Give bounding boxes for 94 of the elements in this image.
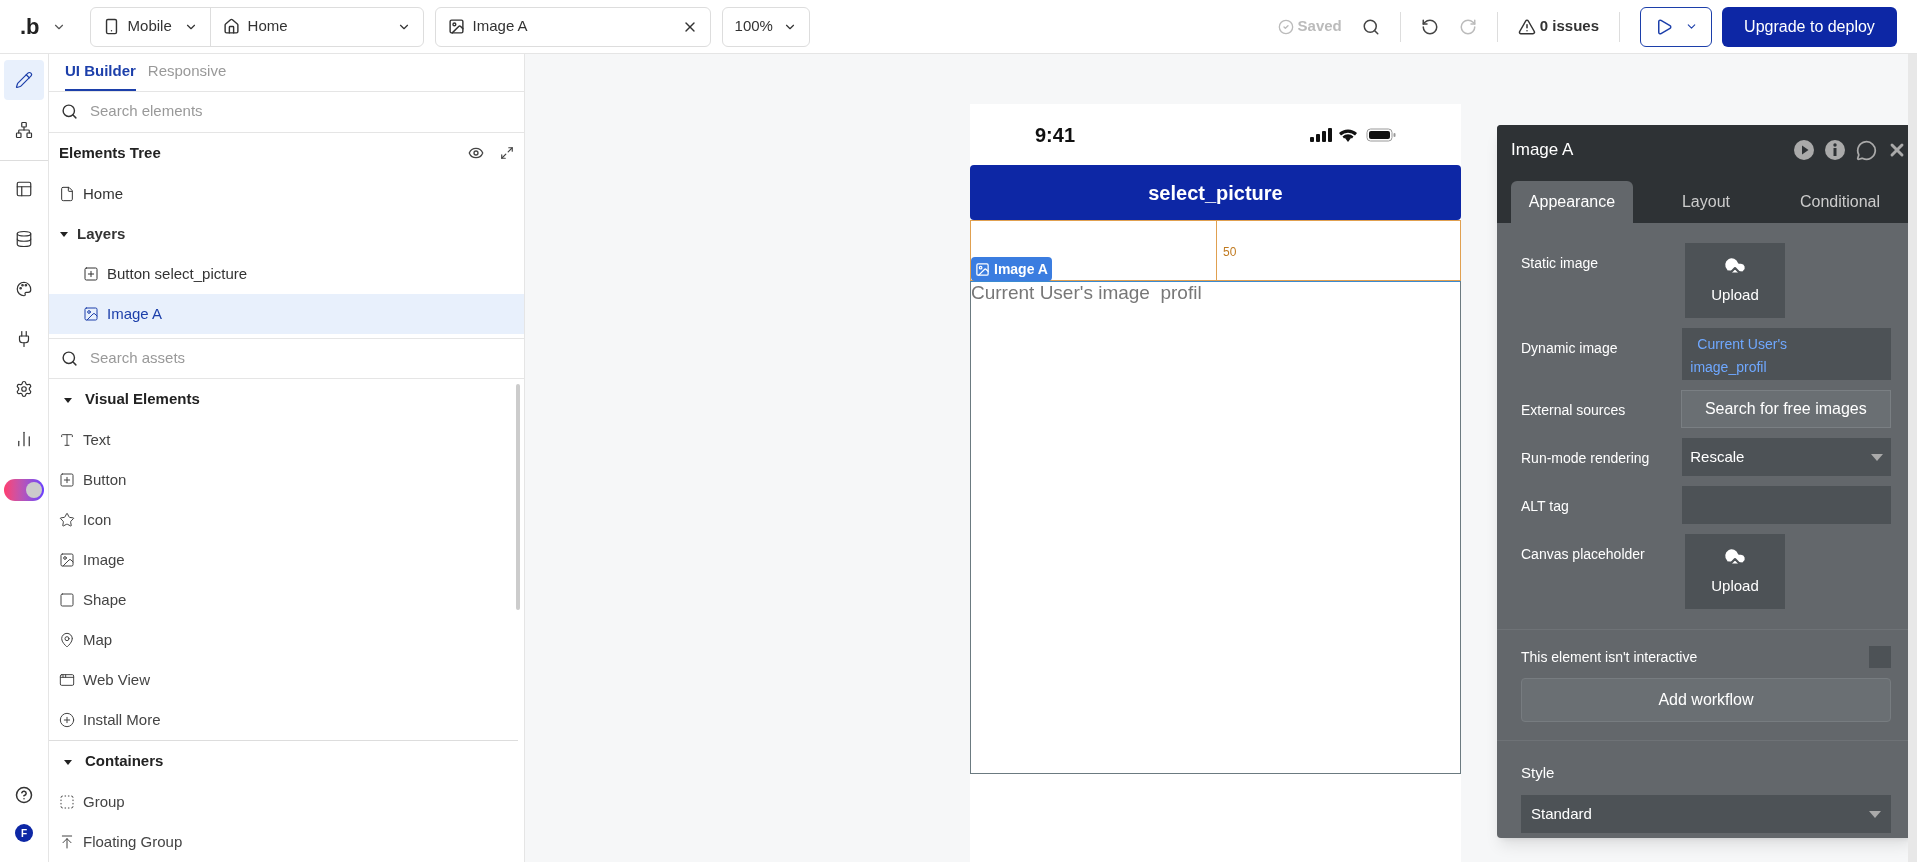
image-icon (447, 18, 465, 35)
app-logo[interactable]: .b (20, 10, 40, 43)
element-item[interactable]: Web View (49, 660, 524, 700)
dropdown-caret-icon (1869, 810, 1881, 818)
preview-button[interactable] (1640, 6, 1712, 47)
ruler-value: 50 (1223, 244, 1237, 261)
property-label: Run-mode rendering (1521, 449, 1651, 468)
check-icon (1277, 18, 1294, 35)
search-icon (61, 350, 78, 368)
property-label: Canvas placeholder (1521, 545, 1646, 564)
element-selector[interactable]: Image A (434, 6, 711, 47)
workflow-icon (15, 121, 33, 139)
element-tag[interactable]: Image A (971, 257, 1052, 281)
mode-toggle[interactable] (4, 479, 44, 501)
wifi-icon (1338, 127, 1358, 142)
install-icon (59, 712, 75, 728)
tree-item[interactable]: Layers (49, 214, 524, 255)
element-item[interactable]: Image (49, 540, 524, 580)
search-icon (61, 103, 78, 121)
group-icon (59, 794, 75, 810)
search-images-button[interactable]: Search for free images (1680, 390, 1891, 428)
play-icon[interactable] (1794, 140, 1814, 160)
image-icon (975, 261, 990, 277)
tree-item[interactable]: Button select_picture (49, 254, 524, 295)
element-item[interactable]: Group (49, 782, 518, 822)
tree-item[interactable]: Home (49, 174, 524, 215)
image-element[interactable]: Current User's image profil (970, 281, 1461, 774)
section-title: Containers (85, 751, 164, 772)
image-icon (59, 552, 75, 568)
panel-tab[interactable]: Layout (1645, 181, 1767, 223)
issues-count[interactable]: 0 issues (1539, 15, 1599, 38)
scrollbar[interactable] (1908, 54, 1917, 862)
shape-icon (59, 592, 75, 608)
upload-button[interactable]: Upload (1685, 534, 1785, 609)
battery-icon (1366, 127, 1396, 142)
zoom-selector[interactable]: 100% (721, 6, 810, 47)
property-label: Static image (1521, 254, 1600, 273)
add-workflow-button[interactable]: Add workflow (1521, 678, 1891, 722)
panel-tab[interactable]: Conditional (1779, 181, 1901, 223)
comment-icon[interactable] (1856, 139, 1877, 161)
user-avatar[interactable]: F (15, 824, 33, 842)
element-item[interactable]: Shape (49, 580, 524, 620)
data-icon (15, 230, 33, 248)
scrollbar[interactable] (516, 384, 520, 610)
sidebar-tab[interactable]: UI Builder (65, 60, 136, 91)
design-icon (15, 71, 33, 89)
page-icon (59, 186, 75, 203)
style-label: Style (1521, 764, 1555, 781)
element-item[interactable]: Icon (49, 500, 524, 540)
panel-title: Image A (1511, 139, 1574, 162)
element-item[interactable]: Install More (49, 700, 524, 740)
property-label: ALT tag (1521, 497, 1570, 516)
deploy-button[interactable]: Upgrade to deploy (1722, 6, 1897, 47)
select-picture-button[interactable]: select_picture (970, 165, 1461, 220)
image-icon (83, 306, 99, 323)
property-label: Dynamic image (1521, 339, 1619, 358)
element-item[interactable]: Map (49, 620, 524, 660)
tree-title: Elements Tree (59, 143, 161, 164)
logs-icon (15, 430, 33, 448)
webview-icon (59, 672, 75, 688)
saved-status: Saved (1297, 16, 1342, 37)
design-tab[interactable] (4, 60, 44, 100)
tree-item[interactable]: Image A (49, 294, 524, 335)
style-dropdown[interactable]: Standard (1521, 795, 1891, 833)
button-icon (59, 472, 75, 488)
search-icon[interactable] (1361, 17, 1380, 36)
undo-icon[interactable] (1420, 17, 1439, 36)
map-icon (59, 632, 75, 648)
upload-button[interactable]: Upload (1685, 243, 1785, 318)
image-placeholder: Current User's image profil (971, 282, 1202, 303)
floating-icon (59, 834, 75, 850)
icon-icon (59, 512, 75, 528)
info-icon[interactable] (1825, 140, 1845, 160)
settings-icon (15, 380, 33, 398)
interactive-label: This element isn't interactive (1521, 647, 1698, 667)
section-title: Visual Elements (85, 389, 200, 410)
element-item[interactable]: Floating Group (49, 822, 518, 862)
help-icon[interactable] (15, 786, 33, 804)
layout-icon (15, 180, 33, 198)
button-icon (83, 266, 99, 283)
element-item[interactable]: Text (49, 420, 524, 460)
signal-icon (1310, 127, 1332, 142)
styles-icon (15, 280, 33, 298)
warning-icon[interactable] (1517, 17, 1536, 36)
property-label: External sources (1521, 401, 1627, 420)
dropdown-caret-icon (1871, 453, 1883, 461)
rendering-dropdown[interactable]: Rescale (1682, 438, 1891, 476)
expand-icon[interactable] (500, 146, 514, 161)
search-field[interactable]: Search assets (90, 347, 512, 370)
search-field[interactable]: Search elements (90, 100, 512, 123)
panel-tab[interactable]: Appearance (1511, 181, 1633, 223)
text-icon (59, 432, 75, 448)
element-item[interactable]: Button (49, 460, 524, 500)
status-time: 9:41 (1035, 122, 1076, 148)
